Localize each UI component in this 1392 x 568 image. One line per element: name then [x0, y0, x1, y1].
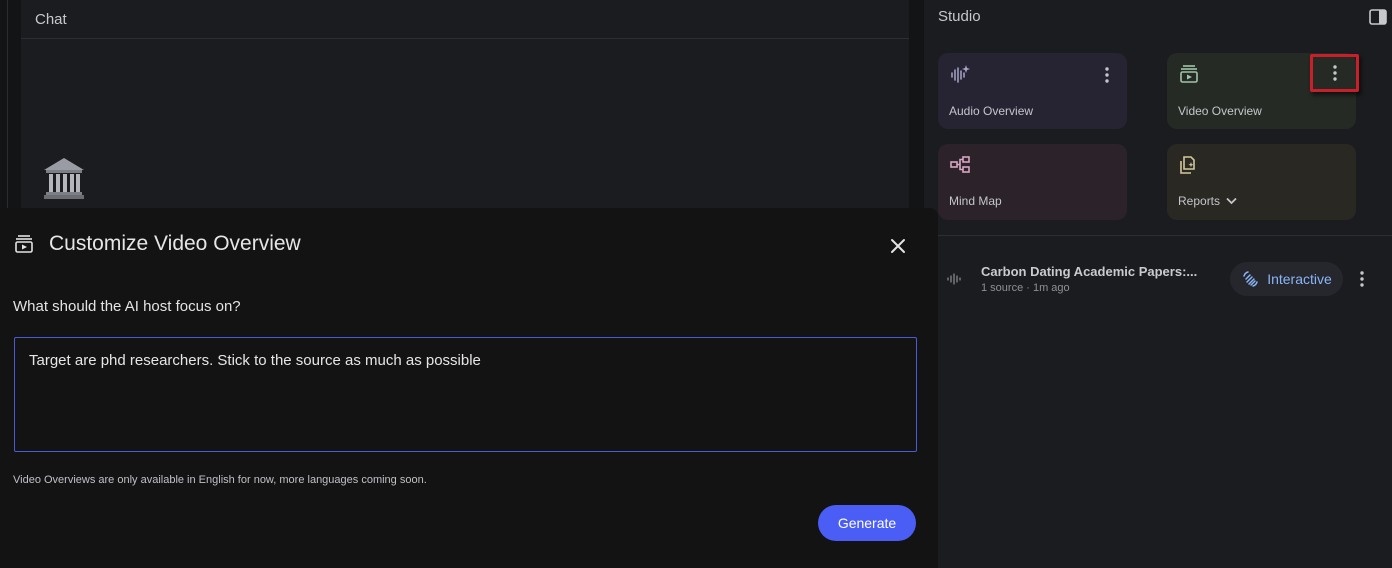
studio-title: Studio: [938, 8, 981, 25]
interactive-hand-icon: [1243, 271, 1258, 287]
audio-overview-label: Audio Overview: [949, 104, 1034, 118]
dialog-header: Customize Video Overview: [13, 232, 301, 256]
reports-icon: [1180, 156, 1195, 174]
dialog-title: Customize Video Overview: [49, 232, 301, 255]
chevron-down-icon[interactable]: [1226, 197, 1237, 205]
mind-map-label: Mind Map: [949, 194, 1002, 208]
chat-scroll-gutter: [909, 0, 924, 208]
chat-title: Chat: [35, 10, 67, 28]
mind-map-card[interactable]: Mind Map: [938, 144, 1127, 220]
video-overview-label: Video Overview: [1178, 104, 1262, 118]
reports-card[interactable]: Reports: [1167, 144, 1356, 220]
prompt-label: What should the AI host focus on?: [13, 298, 241, 315]
mind-map-icon: [950, 156, 970, 173]
note-more-button[interactable]: [1352, 269, 1372, 289]
interactive-label: Interactive: [1267, 271, 1332, 287]
more-vert-icon: [1360, 271, 1364, 287]
audio-overview-more-button[interactable]: [1097, 65, 1117, 85]
studio-note-item[interactable]: Carbon Dating Academic Papers:... 1 sour…: [924, 252, 1392, 304]
interactive-button[interactable]: Interactive: [1230, 262, 1343, 296]
note-meta: 1 source · 1m ago: [981, 282, 1070, 294]
audio-wave-icon: [947, 273, 961, 285]
video-overview-more-button[interactable]: [1310, 54, 1359, 92]
close-button[interactable]: [884, 232, 912, 260]
studio-header: Studio: [924, 0, 1392, 33]
reports-label-text: Reports: [1178, 194, 1221, 208]
panel-toggle-icon[interactable]: [1368, 7, 1388, 27]
more-vert-icon: [1332, 65, 1337, 81]
institution-logo-icon: [44, 158, 84, 199]
video-overview-icon: [15, 235, 33, 253]
app-root: Chat Studio Audio Overview Video Overvie…: [0, 0, 1392, 568]
reports-label: Reports: [1178, 194, 1237, 208]
studio-divider: [924, 235, 1392, 236]
generate-button[interactable]: Generate: [818, 505, 916, 541]
customize-video-dialog: Customize Video Overview What should the…: [0, 208, 938, 568]
close-icon: [891, 239, 905, 253]
more-vert-icon: [1105, 67, 1109, 83]
note-title: Carbon Dating Academic Papers:...: [981, 264, 1198, 279]
audio-sparkle-icon: [951, 65, 970, 83]
language-disclaimer: Video Overviews are only available in En…: [13, 474, 427, 486]
video-overview-card[interactable]: Video Overview: [1167, 53, 1359, 129]
focus-prompt-input[interactable]: [14, 337, 917, 452]
chat-header: Chat: [21, 0, 909, 39]
video-overview-icon: [1180, 65, 1198, 83]
studio-panel: Studio Audio Overview Video Overview Min…: [924, 0, 1392, 568]
audio-overview-card[interactable]: Audio Overview: [938, 53, 1127, 129]
